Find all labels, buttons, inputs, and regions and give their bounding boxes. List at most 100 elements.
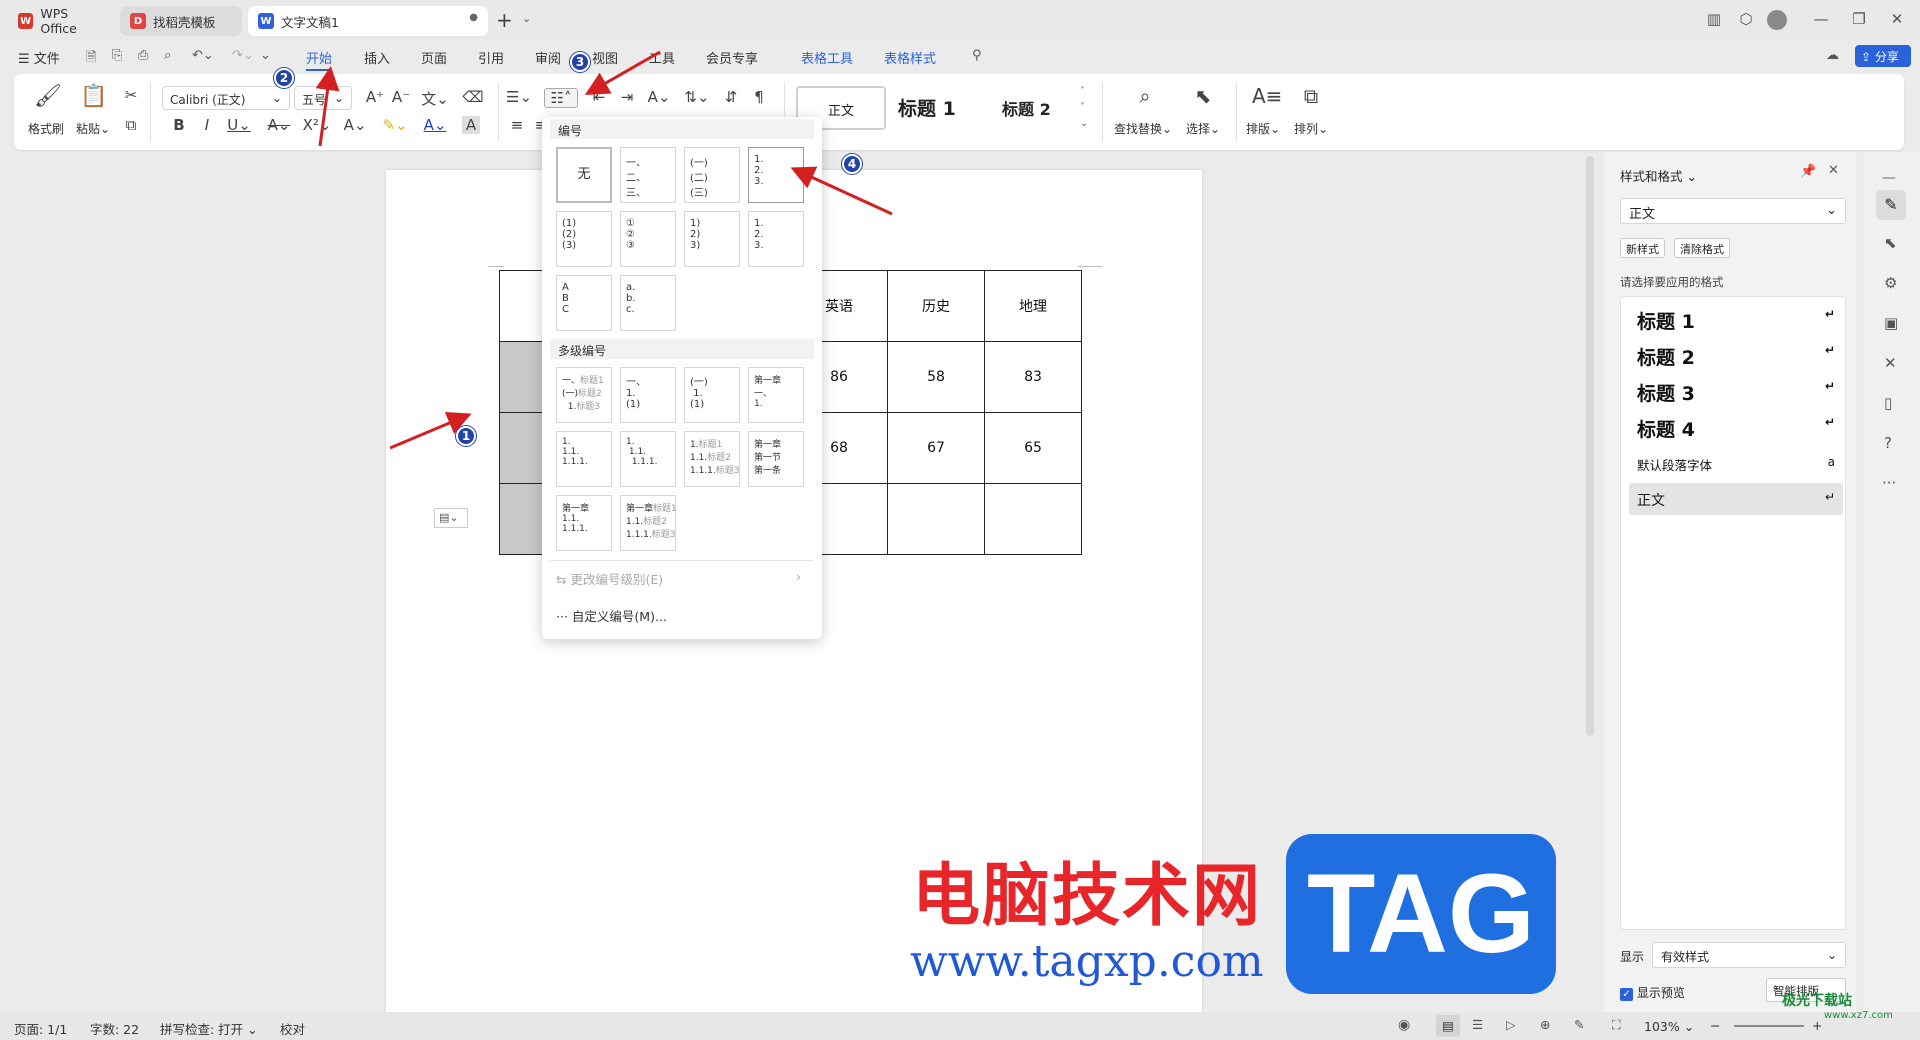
zoom-slider[interactable] — [1734, 1025, 1804, 1027]
multilevel-style-3[interactable]: (一) 1. (1) — [684, 367, 740, 423]
new-style-button[interactable]: 新样式 — [1620, 238, 1665, 258]
zoom-in-icon[interactable]: + — [1812, 1018, 1822, 1033]
table-cell[interactable] — [984, 483, 1082, 555]
phonetic-icon[interactable]: 文⌄ — [420, 88, 450, 109]
table-cell[interactable]: 58 — [887, 341, 985, 413]
sort-icon[interactable]: ⇵ — [720, 88, 742, 106]
print-icon[interactable]: ⎙ — [138, 48, 148, 63]
char-shading-icon[interactable]: A — [462, 116, 480, 134]
text-effect-icon[interactable]: A⌄ — [340, 116, 370, 134]
table-options-icon[interactable]: ▤⌄ — [434, 508, 468, 528]
preview-icon[interactable]: ⌕ — [164, 48, 171, 63]
show-marks-icon[interactable]: ¶ — [748, 88, 770, 106]
cut-icon[interactable]: ✂ — [120, 86, 142, 104]
numbering-style-circled[interactable]: ①②③ — [620, 211, 676, 267]
bold-icon[interactable]: B — [168, 116, 190, 134]
style-item-heading-1[interactable]: 标题 1 ↵ — [1629, 303, 1843, 335]
grow-font-icon[interactable]: A⁺ — [364, 88, 386, 106]
more-chevron-icon[interactable]: ⌄ — [260, 48, 271, 63]
book-icon[interactable]: ▯ — [1884, 394, 1892, 412]
search-icon[interactable]: ⚲ — [972, 48, 982, 63]
font-color-icon[interactable]: A⌄ — [420, 116, 450, 134]
decrease-indent-icon[interactable]: ⇤ — [588, 88, 610, 106]
preview-checkbox[interactable]: ✓ 显示预览 — [1620, 984, 1685, 1001]
pin-icon[interactable]: 📌 — [1800, 164, 1816, 179]
tools-icon[interactable]: ✕ — [1884, 354, 1897, 372]
select-button[interactable]: 选择⌄ — [1186, 120, 1220, 137]
word-count[interactable]: 字数: 22 — [90, 1019, 139, 1038]
select-cursor-icon[interactable]: ⬉ — [1192, 84, 1214, 108]
style-item-heading-2[interactable]: 标题 2 ↵ — [1629, 339, 1843, 371]
multilevel-style-1[interactable]: 一、标题1 (一)标题2 1.标题3 — [556, 367, 612, 423]
style-heading-2[interactable]: 标题 2 — [1002, 96, 1051, 120]
share-button[interactable]: ⇪ 分享 — [1855, 45, 1911, 67]
numbered-list-button[interactable]: ☷˄ — [544, 88, 578, 108]
page-scrollbar[interactable] — [1586, 156, 1594, 736]
pen-icon[interactable]: ✎ — [1574, 1017, 1584, 1032]
multilevel-style-4[interactable]: 第一章 一、 1. — [748, 367, 804, 423]
paste-label[interactable]: 粘贴⌄ — [76, 120, 110, 137]
layout-text-icon[interactable]: A≡ — [1252, 84, 1282, 108]
save-icon[interactable]: 🗎 — [86, 48, 96, 70]
shrink-font-icon[interactable]: A⁻ — [390, 88, 412, 106]
table-cell[interactable] — [887, 483, 985, 555]
multilevel-style-2[interactable]: 一、 1. (1) — [620, 367, 676, 423]
adjust-icon[interactable]: ⚙ — [1884, 274, 1897, 292]
zoom-out-icon[interactable]: − — [1710, 1018, 1720, 1033]
numbering-style-paren-arabic[interactable]: (1) (2) (3) — [556, 211, 612, 267]
numbering-style-lower-alpha[interactable]: a. b. c. — [620, 275, 676, 331]
underline-icon[interactable]: U⌄ — [224, 116, 254, 134]
numbering-none[interactable]: 无 — [556, 147, 612, 203]
current-style-select[interactable]: 正文 ⌄ — [1620, 198, 1846, 224]
table-cell[interactable]: 67 — [887, 412, 985, 484]
multilevel-style-10[interactable]: 第一章标题1 1.1.标题2 1.1.1.标题3 — [620, 495, 677, 551]
menu-table-style[interactable]: 表格样式 — [884, 48, 936, 67]
cube-icon[interactable]: ⬡ — [1735, 10, 1757, 28]
image-edit-icon[interactable]: ▣ — [1884, 314, 1898, 332]
text-direction-icon[interactable]: A⌄ — [644, 88, 674, 106]
redo-icon[interactable]: ↷⌄ — [232, 48, 254, 63]
clear-format-icon[interactable]: ⌫ — [462, 88, 484, 106]
layout-button[interactable]: 排版⌄ — [1246, 120, 1280, 137]
export-icon[interactable]: ⎘ — [112, 48, 122, 63]
multilevel-style-8[interactable]: 第一章 第一节 第一条 — [748, 431, 804, 487]
line-spacing-icon[interactable]: ⇅⌄ — [682, 88, 712, 106]
collapse-icon[interactable]: — — [1882, 170, 1896, 186]
close-icon[interactable]: ✕ — [1886, 10, 1908, 28]
format-painter-label[interactable]: 格式刷 — [28, 120, 64, 137]
style-heading-1[interactable]: 标题 1 — [898, 94, 956, 121]
close-panel-icon[interactable]: ✕ — [1828, 163, 1839, 178]
cloud-icon[interactable]: ☁ — [1826, 48, 1839, 63]
menu-page[interactable]: 页面 — [421, 48, 447, 67]
font-size-select[interactable]: 五号 ⌄ — [294, 86, 352, 110]
eye-icon[interactable]: ◉ — [1398, 1017, 1410, 1033]
select-pointer-icon[interactable]: ⬉ — [1884, 234, 1897, 252]
menu-insert[interactable]: 插入 — [364, 48, 390, 67]
more-icon[interactable]: ··· — [1882, 474, 1896, 492]
arrange-icon[interactable]: ⧉ — [1300, 84, 1322, 108]
styles-pen-icon[interactable]: ✎ — [1876, 190, 1906, 220]
new-tab-button[interactable]: + — [496, 8, 513, 32]
increase-indent-icon[interactable]: ⇥ — [616, 88, 638, 106]
italic-icon[interactable]: I — [196, 116, 218, 134]
menu-vip[interactable]: 会员专享 — [706, 48, 758, 67]
menu-tools[interactable]: 工具 — [649, 48, 675, 67]
copy-icon[interactable]: ⧉ — [120, 116, 142, 134]
numbering-style-arabic-dot-2[interactable]: 1. 2. 3. — [748, 211, 804, 267]
table-cell[interactable]: 地理 — [984, 270, 1082, 342]
zoom-level[interactable]: 103% ⌄ — [1644, 1019, 1694, 1034]
tab-document[interactable]: W 文字文稿1 ● — [248, 6, 488, 36]
find-icon[interactable]: ⌕ — [1134, 84, 1156, 108]
font-family-select[interactable]: Calibri (正文) ⌄ — [162, 86, 290, 110]
tab-wps-office[interactable]: W WPS Office — [8, 6, 116, 36]
style-scroll-icon[interactable]: ˄ ˅ ⌄ — [1080, 84, 1090, 132]
undo-icon[interactable]: ↶⌄ — [192, 48, 214, 63]
style-item-normal[interactable]: 正文 ↵ — [1629, 483, 1843, 515]
arrange-button[interactable]: 排列⌄ — [1294, 120, 1328, 137]
menu-start[interactable]: 开始 — [306, 48, 332, 67]
numbering-style-chinese[interactable]: 一、 二、 三、 — [620, 147, 676, 203]
fit-icon[interactable]: ⛶ — [1612, 1017, 1621, 1033]
menu-reference[interactable]: 引用 — [478, 48, 504, 67]
globe-icon[interactable]: ⊕ — [1540, 1017, 1550, 1032]
layout-icon[interactable]: ▥ — [1703, 10, 1725, 28]
